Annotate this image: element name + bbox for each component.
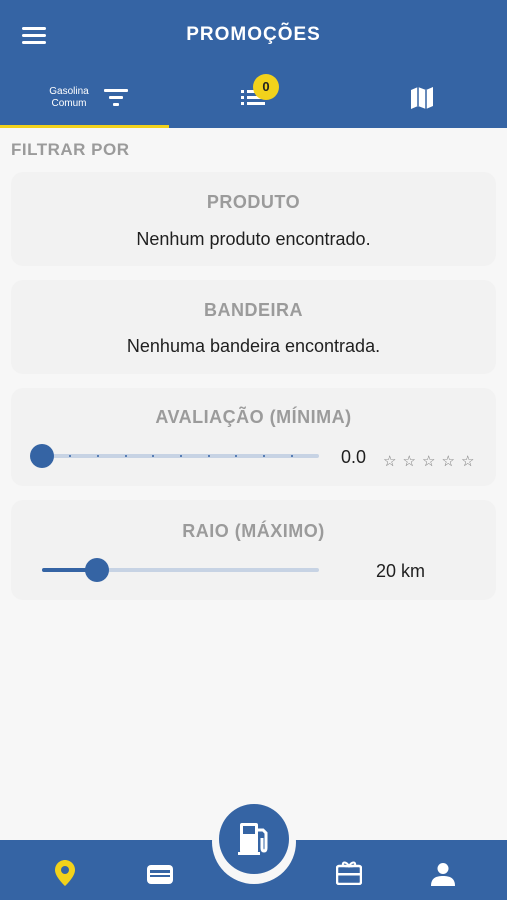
radius-slider-thumb[interactable] xyxy=(85,558,110,582)
rating-tick xyxy=(208,455,210,457)
star-icon: ☆ xyxy=(402,453,416,470)
list-count-badge: 0 xyxy=(253,74,279,100)
location-pin-icon xyxy=(55,860,75,886)
nav-location[interactable] xyxy=(55,860,75,891)
rating-stars: ☆ ☆ ☆ ☆ ☆ xyxy=(383,452,481,471)
wallet-icon xyxy=(147,865,173,884)
map-icon xyxy=(411,87,433,109)
gift-card-icon xyxy=(335,861,363,886)
gas-station-fab[interactable] xyxy=(219,804,289,874)
rating-tick xyxy=(97,455,99,457)
radius-filter-card: RAIO (MÁXIMO) 20 km xyxy=(11,500,496,600)
rating-tick xyxy=(125,455,127,457)
rating-tick xyxy=(69,455,71,457)
star-icon: ☆ xyxy=(461,453,475,470)
rating-tick xyxy=(263,455,265,457)
radius-value: 20 km xyxy=(376,561,426,581)
rating-tick xyxy=(291,455,293,457)
rating-slider-thumb[interactable] xyxy=(30,444,54,468)
rating-filter-title: AVALIAÇÃO (MÍNIMA) xyxy=(155,407,352,427)
app-header: PROMOÇÕES Gasolina Comum 0 xyxy=(0,0,507,128)
star-icon: ☆ xyxy=(383,453,397,470)
brand-filter-card[interactable]: BANDEIRA Nenhuma bandeira encontrada. xyxy=(11,280,496,374)
product-filter-card[interactable]: PRODUTO Nenhum produto encontrado. xyxy=(11,172,496,266)
rating-filter-card: AVALIAÇÃO (MÍNIMA) 0.0 ☆ ☆ ☆ ☆ ☆ xyxy=(11,388,496,486)
page-title: PROMOÇÕES xyxy=(186,24,321,45)
rating-value: 0.0 xyxy=(341,447,367,467)
brand-filter-title: BANDEIRA xyxy=(203,300,303,320)
tab-fuel-filter[interactable]: Gasolina Comum xyxy=(0,70,169,128)
rating-tick xyxy=(180,455,182,457)
fuel-type-label: Gasolina Comum xyxy=(49,86,89,109)
nav-profile[interactable] xyxy=(431,862,455,891)
product-filter-title: PRODUTO xyxy=(206,192,301,212)
filter-icon xyxy=(104,89,128,106)
product-empty-message: Nenhum produto encontrado. xyxy=(136,229,371,249)
brand-empty-message: Nenhuma bandeira encontrada. xyxy=(126,336,381,356)
user-icon xyxy=(431,863,455,886)
tab-map[interactable] xyxy=(338,70,507,128)
nav-rewards[interactable] xyxy=(335,861,363,890)
gas-pump-icon xyxy=(238,823,268,855)
filter-section-title: FILTRAR POR xyxy=(11,140,130,159)
tab-promotions-list[interactable]: 0 xyxy=(169,70,338,128)
radius-filter-title: RAIO (MÁXIMO) xyxy=(182,521,325,541)
star-icon: ☆ xyxy=(441,453,455,470)
rating-tick xyxy=(235,455,237,457)
rating-tick xyxy=(152,455,154,457)
star-icon: ☆ xyxy=(422,453,436,470)
nav-wallet[interactable] xyxy=(147,863,173,890)
